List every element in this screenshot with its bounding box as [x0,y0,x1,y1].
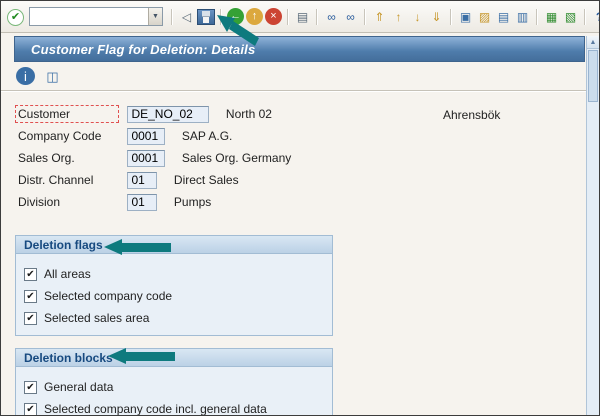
checkbox-label: Selected sales area [44,311,150,325]
group-title: Deletion flags [24,237,103,252]
scroll-up-icon[interactable]: ▲ [587,36,599,49]
field-label: Division [18,195,61,209]
app-toolbar-icons: i ◫ [15,67,63,85]
help-icon[interactable]: ? [591,8,599,25]
checkbox[interactable] [24,311,37,325]
field-input[interactable]: 0001 [127,149,166,167]
checkbox[interactable] [24,402,37,415]
title-bar: Customer Flag for Deletion: Details [14,36,585,62]
form-row: Division 01 Pumps [15,193,599,215]
checkbox-label: Selected company code [44,289,173,303]
enter-icon[interactable]: ✔ [7,9,24,26]
customer-form: Customer DE_NO_02 North 02 Ahrensbök Com… [15,105,599,215]
field-label: Customer [15,105,119,123]
field-label: Sales Org. [18,151,75,165]
deletion-flags-group: Deletion flags All areas Selected compan… [15,235,333,336]
last-page-icon[interactable]: ⇓ [428,8,445,25]
field-label: Distr. Channel [18,173,94,187]
previous-page-icon[interactable]: ↑ [390,8,407,25]
cancel-icon[interactable]: × [265,8,282,25]
page-title: Customer Flag for Deletion: Details [31,41,256,57]
new-session-icon[interactable]: ▣ [457,8,474,25]
deletion-flags-header: Deletion flags [16,236,332,254]
command-dropdown-icon[interactable]: ▼ [148,8,162,25]
vertical-scrollbar[interactable]: ▲ [586,36,599,415]
form-row: Distr. Channel 01 Direct Sales [15,171,599,193]
info-icon[interactable]: i [16,67,35,85]
field-description: SAP A.G. [181,129,233,143]
enter-icon-slot: ✔ [6,7,25,26]
checkbox[interactable] [24,267,37,281]
first-page-icon[interactable]: ⇑ [371,8,388,25]
shortcut-icon[interactable]: ▨ [476,8,493,25]
form-row: Sales Org. 0001 Sales Org. Germany [15,149,599,171]
sap-window: ✔ ▼ ◁←↑×▤∞∞⇑↑↓⇓▣▨▤▥▦▧?▣ Customer Flag fo… [0,0,600,416]
table-settings-icon[interactable]: ▦ [543,8,560,25]
checkbox-row[interactable]: Selected sales area [24,307,324,329]
separator [364,8,366,25]
command-field: ▼ [29,7,163,26]
deletion-blocks-body: General data Selected company code incl.… [16,367,332,416]
save-icon[interactable] [197,8,215,25]
checkbox-label: Selected company code incl. general data [44,402,267,416]
group-title: Deletion blocks [24,350,113,365]
field-label: Company Code [18,129,102,143]
field-input[interactable]: DE_NO_02 [127,105,210,123]
separator [316,8,318,25]
back-nav-icon[interactable]: ← [227,8,244,25]
field-description: North 02 [225,107,272,121]
checkbox-row[interactable]: Selected company code [24,285,324,307]
command-input[interactable] [30,9,148,24]
stop-transaction-icon[interactable]: ▥ [514,8,531,25]
deletion-blocks-group: Deletion blocks General data Selected co… [15,348,333,416]
field-description: Sales Org. Germany [181,151,292,165]
find-next-icon[interactable]: ∞ [342,8,359,25]
separator [171,8,173,25]
find-icon[interactable]: ∞ [323,8,340,25]
separator [584,8,586,25]
separator [287,8,289,25]
deletion-blocks-header: Deletion blocks [16,349,332,367]
next-page-icon[interactable]: ↓ [409,8,426,25]
overview-icon[interactable]: ◫ [43,67,62,85]
back-icon[interactable]: ◁ [178,8,195,25]
exit-icon[interactable]: ↑ [246,8,263,25]
field-extra-description: Ahrensbök [443,108,501,122]
field-description: Pumps [173,195,212,209]
form-row: Company Code 0001 SAP A.G. [15,127,599,149]
field-description: Direct Sales [173,173,239,187]
layout-icon[interactable]: ▧ [562,8,579,25]
separator [220,8,222,25]
scrollbar-thumb[interactable] [588,50,598,102]
checkbox[interactable] [24,380,37,394]
standard-toolbar: ✔ ▼ ◁←↑×▤∞∞⇑↑↓⇓▣▨▤▥▦▧?▣ [1,1,599,33]
deletion-flags-body: All areas Selected company code Selected… [16,254,332,335]
session-list-icon[interactable]: ▤ [495,8,512,25]
field-input[interactable]: 01 [127,171,158,189]
separator [450,8,452,25]
checkbox-label: All areas [44,267,91,281]
checkbox[interactable] [24,289,37,303]
field-input[interactable]: 0001 [127,127,166,145]
field-input[interactable]: 01 [127,193,158,211]
checkbox-label: General data [44,380,114,394]
checkbox-row[interactable]: All areas [24,263,324,285]
application-toolbar: i ◫ [1,62,599,91]
form-row: Customer DE_NO_02 North 02 Ahrensbök [15,105,599,127]
print-icon[interactable]: ▤ [294,8,311,25]
separator [536,8,538,25]
content-area: Customer DE_NO_02 North 02 Ahrensbök Com… [1,91,599,416]
checkbox-row[interactable]: Selected company code incl. general data [24,398,324,416]
toolbar-icons: ◁←↑×▤∞∞⇑↑↓⇓▣▨▤▥▦▧?▣ [167,8,599,25]
checkbox-row[interactable]: General data [24,376,324,398]
